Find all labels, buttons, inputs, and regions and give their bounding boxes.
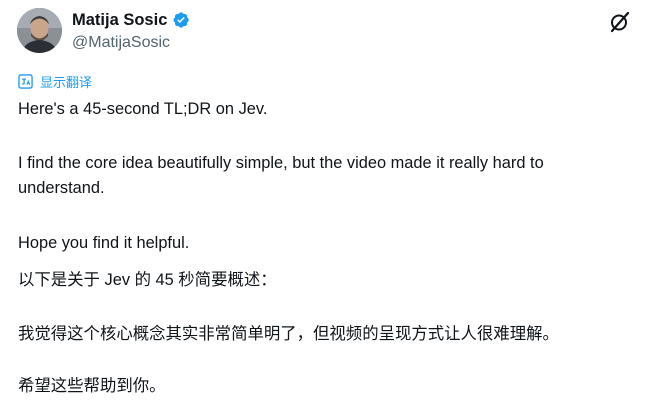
tweet-line-2-continued: understand. xyxy=(18,179,105,197)
author-block: Matija Sosic @MatijaSosic xyxy=(72,9,190,52)
grok-icon xyxy=(610,11,630,33)
translation-line-3: 希望这些帮助到你。 xyxy=(18,377,166,395)
show-translation-link[interactable]: 显示翻译 xyxy=(18,72,92,91)
avatar[interactable] xyxy=(17,8,62,53)
translate-icon xyxy=(18,74,33,89)
verified-badge-icon xyxy=(173,12,190,28)
avatar-photo xyxy=(17,8,62,53)
tweet-card: Matija Sosic @MatijaSosic 显示翻译 Here's a … xyxy=(0,0,670,405)
show-translation-label: 显示翻译 xyxy=(40,75,93,90)
tweet-line-1: Here's a 45-second TL;DR on Jev. xyxy=(18,100,268,118)
name-row: Matija Sosic xyxy=(72,9,190,31)
grok-button[interactable] xyxy=(608,10,632,34)
translation-line-2: 我觉得这个核心概念其实非常简单明了，但视频的呈现方式让人很难理解。 xyxy=(18,325,559,343)
tweet-line-2: I find the core idea beautifully simple,… xyxy=(18,154,544,172)
tweet-line-3: Hope you find it helpful. xyxy=(18,234,190,252)
handle[interactable]: @MatijaSosic xyxy=(72,34,190,52)
display-name[interactable]: Matija Sosic xyxy=(72,11,167,30)
translation-line-1: 以下是关于 Jev 的 45 秒简要概述： xyxy=(18,271,277,289)
